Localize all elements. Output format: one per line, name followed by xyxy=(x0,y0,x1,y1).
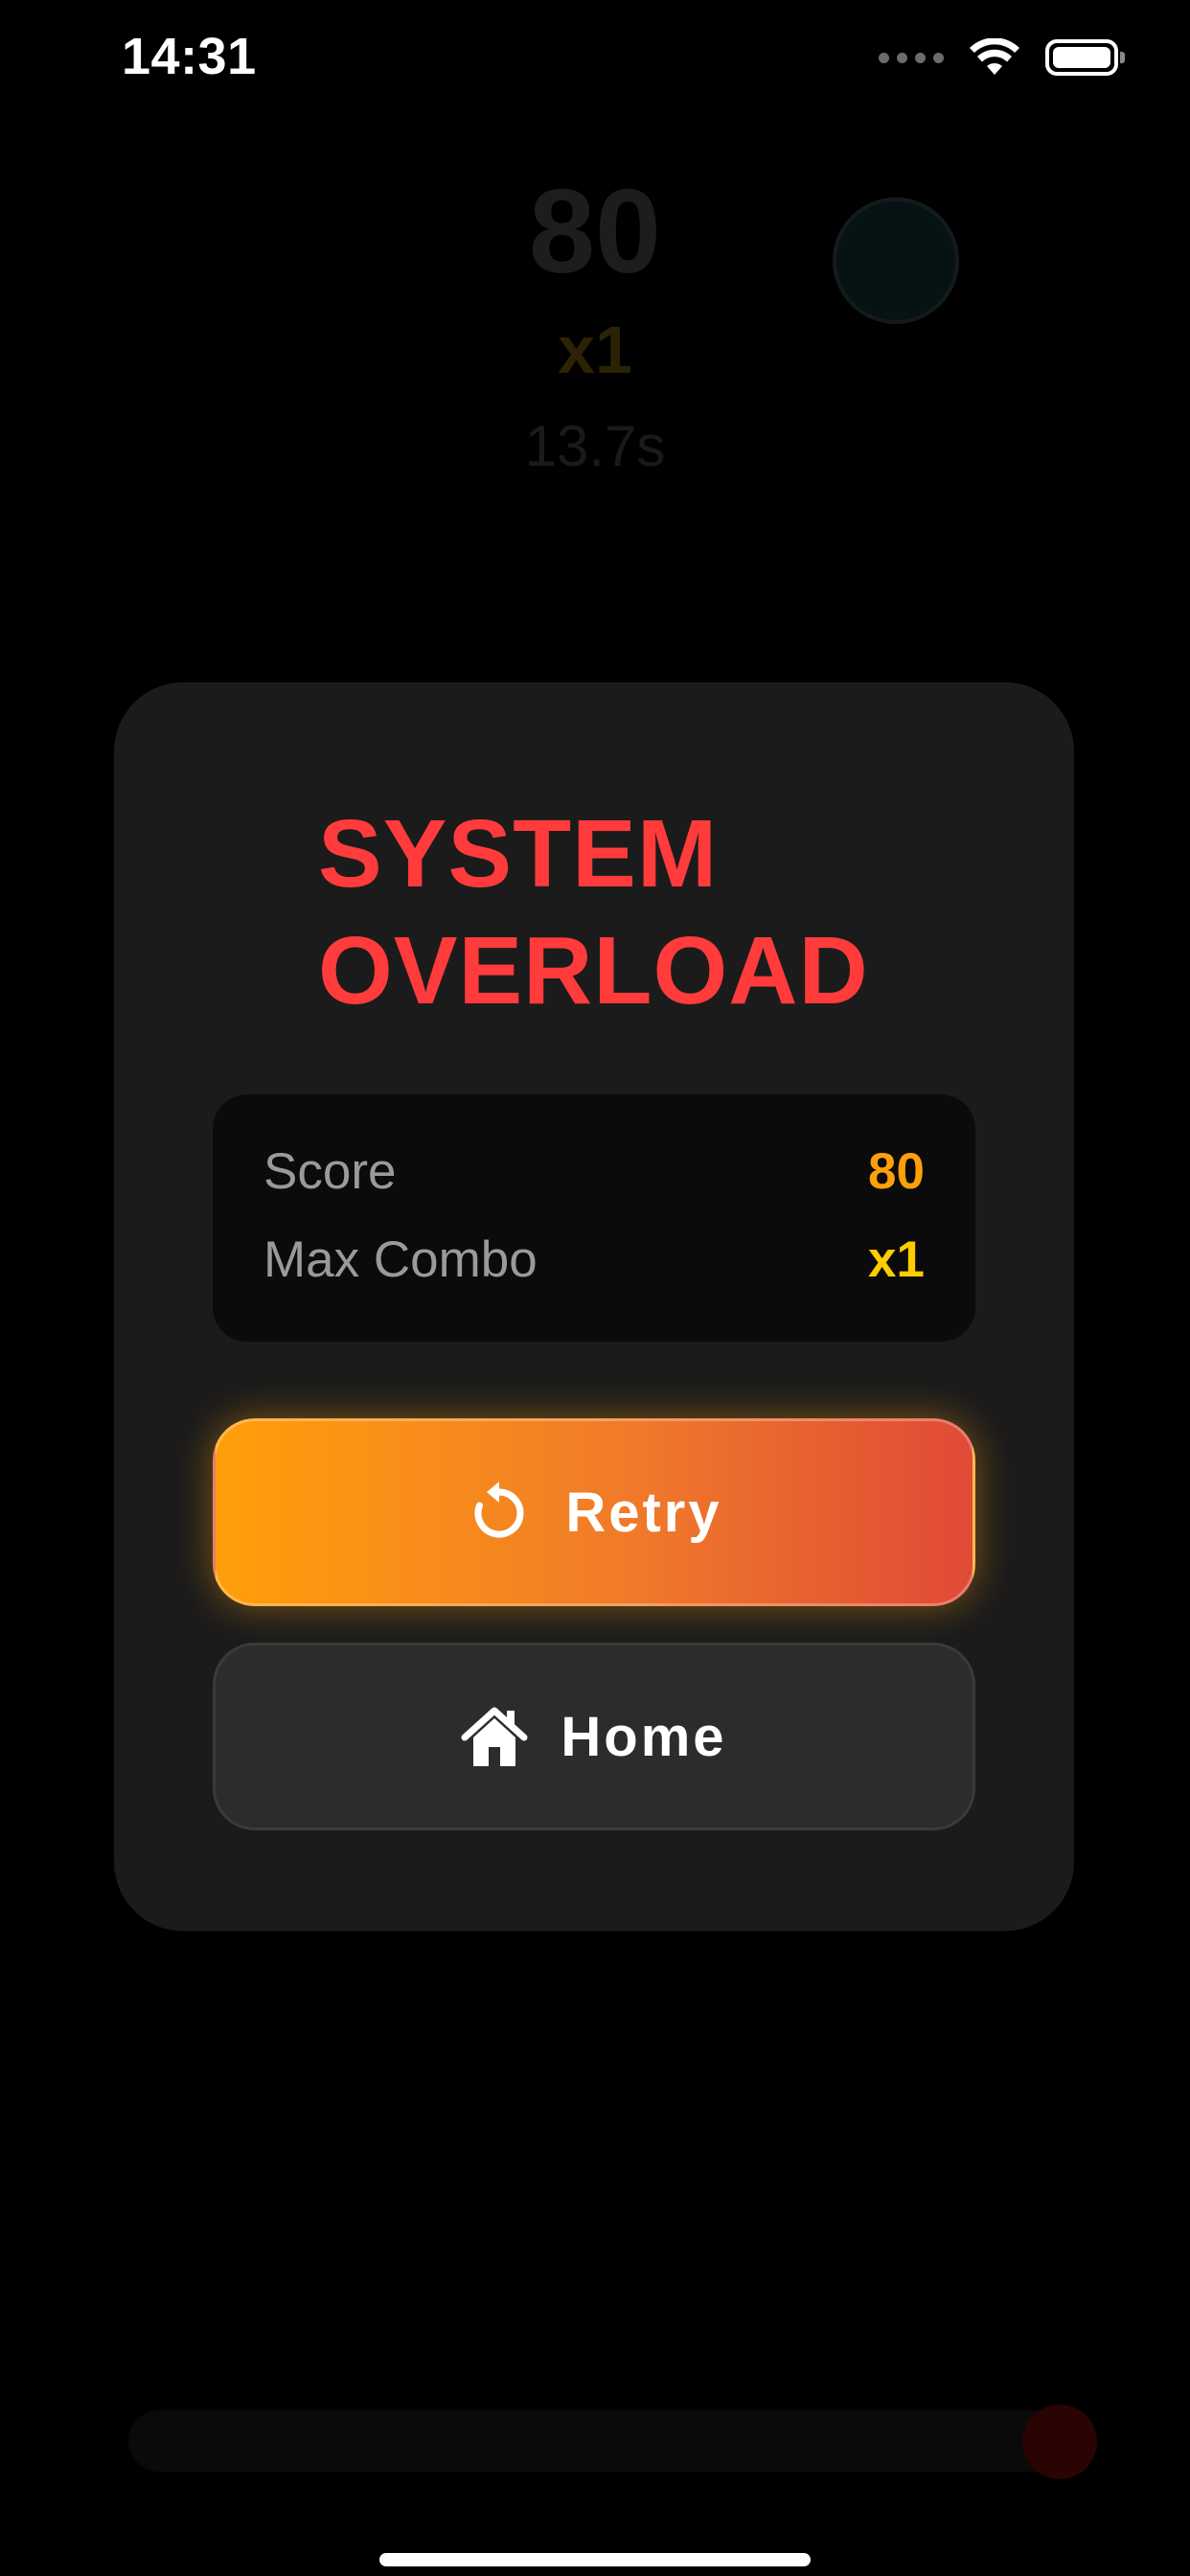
game-over-modal: SYSTEM OVERLOAD Score 80 Max Combo x1 Re… xyxy=(114,682,1074,1931)
home-label: Home xyxy=(561,1705,727,1768)
max-combo-value: x1 xyxy=(868,1231,925,1288)
max-combo-label: Max Combo xyxy=(263,1231,538,1288)
title-line-2: OVERLOAD xyxy=(318,917,869,1024)
retry-icon xyxy=(474,1482,524,1538)
wifi-icon xyxy=(970,38,1019,75)
stat-row-max-combo: Max Combo x1 xyxy=(263,1230,925,1289)
stat-row-score: Score 80 xyxy=(263,1142,925,1201)
home-indicator[interactable] xyxy=(379,2553,811,2566)
battery-icon xyxy=(1045,39,1125,76)
game-over-title: SYSTEM OVERLOAD xyxy=(318,795,989,1029)
status-icons xyxy=(879,34,1125,80)
signal-dots-icon xyxy=(879,52,944,63)
title-line-1: SYSTEM xyxy=(318,800,719,908)
hud-combo: x1 xyxy=(558,312,632,387)
bottom-track xyxy=(128,2410,1094,2472)
hud-timer: 13.7s xyxy=(524,414,666,478)
home-icon xyxy=(461,1707,528,1766)
home-button[interactable]: Home xyxy=(213,1643,975,1830)
game-orb xyxy=(833,197,959,324)
retry-button[interactable]: Retry xyxy=(213,1418,975,1606)
stats-panel: Score 80 Max Combo x1 xyxy=(213,1094,975,1342)
hud-score: 80 xyxy=(529,166,661,298)
bottom-indicator-dot xyxy=(1022,2404,1097,2479)
retry-label: Retry xyxy=(565,1481,722,1544)
score-label: Score xyxy=(263,1143,397,1200)
status-time: 14:31 xyxy=(122,28,257,85)
score-value: 80 xyxy=(868,1143,925,1200)
